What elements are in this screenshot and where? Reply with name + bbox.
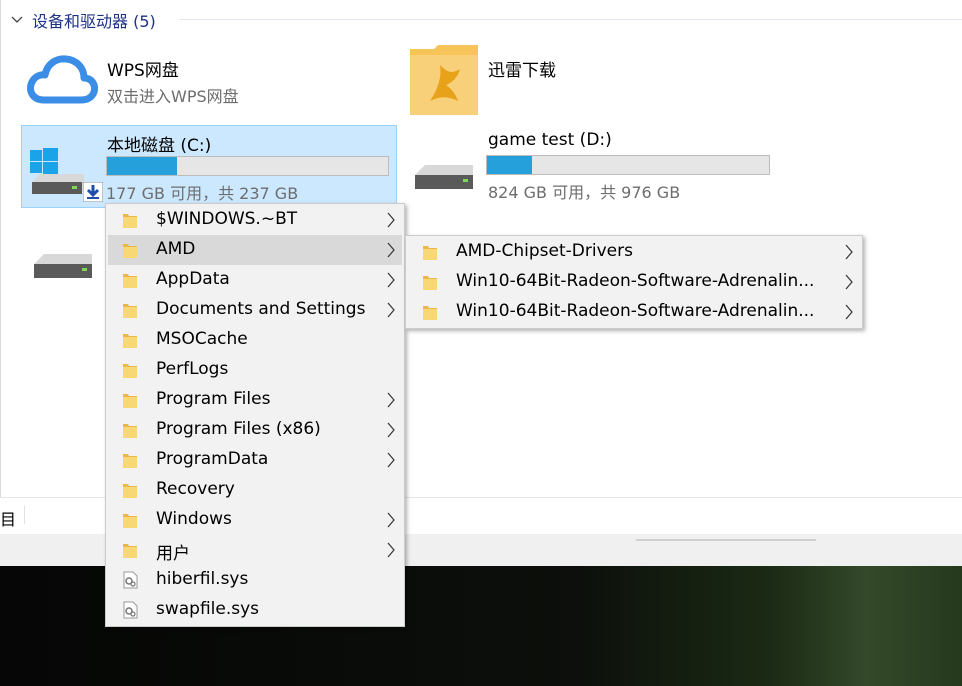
folder-icon	[123, 214, 137, 228]
folder-icon	[123, 454, 137, 468]
menu-item-label: AMD-Chipset-Drivers	[456, 241, 633, 261]
chevron-right-icon	[387, 542, 395, 558]
folder-icon	[423, 246, 437, 260]
folder-icon	[123, 304, 137, 318]
menu-item[interactable]: AMD-Chipset-Drivers	[408, 237, 860, 267]
chevron-right-icon	[845, 274, 853, 290]
group-title: 设备和驱动器 (5)	[32, 12, 156, 31]
chevron-right-icon	[387, 512, 395, 528]
hard-drive-icon	[415, 165, 473, 189]
cloud-icon	[27, 55, 98, 104]
menu-item[interactable]: Program Files	[108, 385, 402, 415]
scrollbar-indicator[interactable]	[636, 539, 816, 541]
folder-icon	[423, 306, 437, 320]
menu-item-label: ProgramData	[156, 449, 269, 469]
menu-item[interactable]: Windows	[108, 505, 402, 535]
menu-item-label: Program Files (x86)	[156, 419, 321, 439]
menu-item[interactable]: AMD	[108, 235, 402, 265]
group-header-devices[interactable]: 设备和驱动器 (5)	[10, 9, 156, 31]
download-arrow-icon	[83, 182, 103, 202]
chevron-right-icon	[387, 242, 395, 258]
xunlei-folder-icon	[410, 45, 478, 115]
menu-item-label: Win10-64Bit-Radeon-Software-Adrenalin...	[456, 301, 815, 321]
chevron-right-icon	[387, 302, 395, 318]
menu-item[interactable]: Program Files (x86)	[108, 415, 402, 445]
tile-subtitle: 双击进入WPS网盘	[107, 87, 239, 106]
chevron-right-icon	[387, 272, 395, 288]
windows-drive-icon	[30, 148, 84, 194]
tile-drive-other[interactable]	[22, 240, 102, 290]
menu-item-label: 用户	[156, 544, 190, 564]
tile-drive-c[interactable]: 本地磁盘 (C:) 177 GB 可用，共 237 GB	[21, 125, 397, 208]
tile-name: game test (D:)	[488, 130, 612, 150]
folder-icon	[123, 394, 137, 408]
chevron-right-icon	[845, 244, 853, 260]
menu-item[interactable]: ProgramData	[108, 445, 402, 475]
drive-free-space: 824 GB 可用，共 976 GB	[488, 183, 681, 202]
drive-free-space: 177 GB 可用，共 237 GB	[106, 184, 299, 203]
menu-item-label: PerfLogs	[156, 359, 229, 379]
folder-icon	[123, 274, 137, 288]
chevron-right-icon	[387, 392, 395, 408]
menu-item[interactable]: hiberfil.sys	[108, 565, 402, 595]
folder-icon	[123, 514, 137, 528]
menu-item[interactable]: Win10-64Bit-Radeon-Software-Adrenalin...	[408, 267, 860, 297]
menu-item[interactable]: 用户	[108, 535, 402, 565]
menu-item-label: hiberfil.sys	[156, 569, 249, 589]
hard-drive-icon	[34, 254, 92, 278]
menu-item-label: AppData	[156, 269, 230, 289]
tile-name: WPS网盘	[107, 61, 179, 81]
folder-icon	[123, 424, 137, 438]
menu-item-label: Recovery	[156, 479, 235, 499]
menu-item-label: Windows	[156, 509, 232, 529]
menu-item-label: swapfile.sys	[156, 599, 260, 619]
menu-item[interactable]: MSOCache	[108, 325, 402, 355]
window-border	[0, 0, 1, 497]
menu-item[interactable]: AppData	[108, 265, 402, 295]
tile-xunlei-download[interactable]: 迅雷下载	[405, 42, 775, 118]
tile-name: 迅雷下载	[488, 61, 556, 81]
group-divider	[180, 19, 962, 20]
menu-item-label: Documents and Settings	[156, 299, 366, 319]
drive-usage-fill	[487, 156, 533, 174]
folder-icon	[123, 334, 137, 348]
menu-item-label: Win10-64Bit-Radeon-Software-Adrenalin...	[456, 271, 815, 291]
system-file-icon	[123, 571, 138, 589]
chevron-right-icon	[387, 212, 395, 228]
tile-wps-drive[interactable]: WPS网盘 双击进入WPS网盘	[22, 42, 392, 114]
menu-item[interactable]: swapfile.sys	[108, 595, 402, 625]
status-separator	[24, 506, 25, 524]
menu-item-label: MSOCache	[156, 329, 248, 349]
tile-drive-d[interactable]: game test (D:) 824 GB 可用，共 976 GB	[405, 125, 779, 206]
chevron-down-icon[interactable]	[10, 13, 24, 27]
status-text: 目	[0, 510, 17, 529]
menu-item[interactable]: Documents and Settings	[108, 295, 402, 325]
chevron-right-icon	[845, 304, 853, 320]
chevron-right-icon	[387, 452, 395, 468]
menu-item[interactable]: PerfLogs	[108, 355, 402, 385]
drive-usage-fill	[107, 157, 178, 175]
drive-usage-bar	[106, 156, 389, 176]
menu-item-label: AMD	[156, 239, 196, 259]
drive-usage-bar	[486, 155, 770, 175]
folder-icon	[423, 276, 437, 290]
menu-item[interactable]: $WINDOWS.~BT	[108, 205, 402, 235]
menu-item[interactable]: Win10-64Bit-Radeon-Software-Adrenalin...	[408, 297, 860, 327]
jump-menu: $WINDOWS.~BT AMD AppData Documents and Sett…	[105, 203, 405, 627]
menu-item-label: Program Files	[156, 389, 271, 409]
system-file-icon	[123, 601, 138, 619]
folder-icon	[123, 484, 137, 498]
folder-icon	[123, 544, 137, 558]
menu-item[interactable]: Recovery	[108, 475, 402, 505]
folder-icon	[123, 364, 137, 378]
folder-icon	[123, 244, 137, 258]
tile-name: 本地磁盘 (C:)	[107, 136, 212, 156]
chevron-right-icon	[387, 422, 395, 438]
menu-item-label: $WINDOWS.~BT	[156, 209, 298, 229]
jump-submenu: AMD-Chipset-Drivers Win10-64Bit-Radeon-So…	[405, 235, 863, 329]
